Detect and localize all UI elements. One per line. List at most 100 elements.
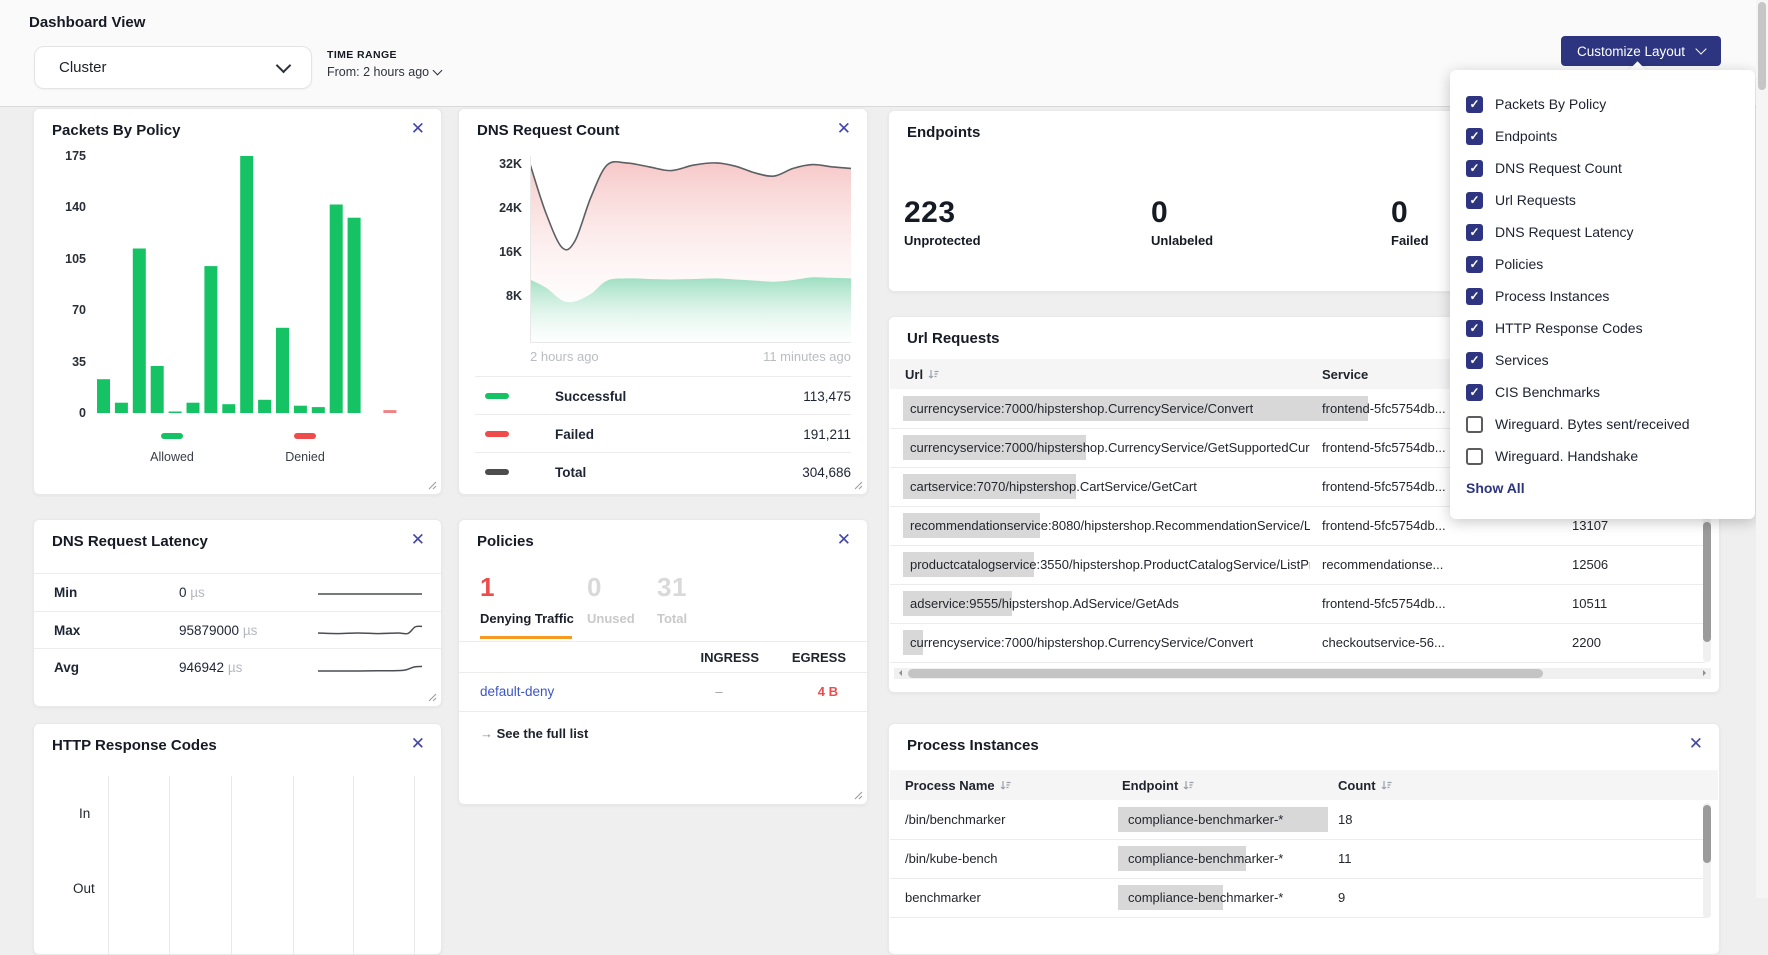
- checkbox-checked-icon[interactable]: ✓: [1466, 128, 1483, 145]
- y-tick-label: 32K: [478, 157, 522, 171]
- checkbox-checked-icon[interactable]: ✓: [1466, 160, 1483, 177]
- checkbox-checked-icon[interactable]: ✓: [1466, 224, 1483, 241]
- checkbox-checked-icon[interactable]: ✓: [1466, 256, 1483, 273]
- dns-area-chart: [530, 156, 851, 343]
- endpoint-cell: compliance-benchmarker-*: [1128, 812, 1283, 827]
- checkbox-unchecked-icon[interactable]: [1466, 448, 1483, 465]
- checkbox-checked-icon[interactable]: ✓: [1466, 352, 1483, 369]
- card-dns-request-count: DNS Request Count ✕ 32K24K16K8K 2 hours …: [458, 108, 868, 495]
- gridline: [231, 776, 232, 954]
- time-range-value[interactable]: From: 2 hours ago: [327, 65, 441, 79]
- card-title: Process Instances: [907, 737, 1039, 754]
- close-icon[interactable]: ✕: [411, 531, 425, 548]
- bar-allowed: [312, 407, 325, 413]
- menu-item-label: CIS Benchmarks: [1495, 384, 1600, 400]
- checkbox-checked-icon[interactable]: ✓: [1466, 192, 1483, 209]
- close-icon[interactable]: ✕: [837, 120, 851, 137]
- tab-label: Total: [657, 611, 687, 626]
- resize-handle-icon[interactable]: [854, 481, 863, 490]
- chevron-down-icon: [1695, 43, 1706, 54]
- scroll-right-icon[interactable]: [1703, 670, 1709, 676]
- latency-label: Min: [54, 585, 77, 600]
- active-tab-underline: [480, 636, 572, 639]
- policies-tab-total[interactable]: 31 Total: [657, 572, 687, 626]
- latency-sparkline: [318, 658, 422, 678]
- bar-denied: [383, 410, 396, 413]
- http-row-label-in: In: [79, 806, 90, 821]
- checkbox-checked-icon[interactable]: ✓: [1466, 320, 1483, 337]
- menu-item-policies[interactable]: ✓ Policies: [1466, 252, 1543, 276]
- view-selector[interactable]: Cluster: [34, 46, 312, 89]
- card-title: Policies: [477, 533, 534, 550]
- tab-label: Unused: [587, 611, 635, 626]
- scrollbar-thumb[interactable]: [1703, 805, 1711, 863]
- close-icon[interactable]: ✕: [411, 735, 425, 752]
- tab-value: 31: [657, 572, 687, 603]
- column-header-url[interactable]: Url: [905, 367, 939, 382]
- scrollbar-thumb[interactable]: [1703, 522, 1711, 642]
- menu-item-http-response-codes[interactable]: ✓HTTP Response Codes: [1466, 316, 1643, 340]
- customize-layout-button[interactable]: Customize Layout: [1561, 36, 1721, 66]
- show-all-link[interactable]: Show All: [1466, 480, 1525, 496]
- resize-handle-icon[interactable]: [428, 693, 437, 702]
- menu-item-url-requests[interactable]: ✓Url Requests: [1466, 188, 1576, 212]
- latency-sparkline: [318, 583, 422, 603]
- scrollbar-thumb[interactable]: [908, 669, 1543, 678]
- y-tick-label: 24K: [478, 201, 522, 215]
- menu-item-label: Packets By Policy: [1495, 96, 1606, 112]
- checkbox-unchecked-icon[interactable]: [1466, 416, 1483, 433]
- menu-item-wireguard-handshake[interactable]: Wireguard. Handshake: [1466, 444, 1638, 468]
- process-vertical-scrollbar: [1703, 803, 1711, 918]
- close-icon[interactable]: ✕: [411, 120, 425, 137]
- table-row: /bin/kube-benchcompliance-benchmarker-*1…: [890, 839, 1705, 879]
- policies-tab-unused[interactable]: 0Unused: [587, 572, 635, 626]
- column-label: EGRESS: [792, 650, 846, 665]
- y-tick-label: 105: [42, 252, 86, 266]
- column-header-endpoint[interactable]: Endpoint: [1122, 778, 1194, 793]
- resize-handle-icon[interactable]: [428, 481, 437, 490]
- card-title: Endpoints: [907, 124, 980, 141]
- policies-tab-denying-traffic[interactable]: 1Denying Traffic: [480, 572, 574, 626]
- chevron-down-icon: [433, 66, 443, 76]
- column-header-process-name[interactable]: Process Name: [905, 778, 1011, 793]
- column-label: Endpoint: [1122, 778, 1178, 793]
- menu-item-dns-request-latency[interactable]: ✓DNS Request Latency: [1466, 220, 1634, 244]
- legend-label: Successful: [555, 389, 626, 404]
- sort-icon: [928, 369, 939, 380]
- menu-item-packets-by-policy[interactable]: ✓ Packets By Policy: [1466, 92, 1606, 116]
- menu-item-label: Policies: [1495, 256, 1543, 272]
- menu-item-cis-benchmarks[interactable]: ✓ CIS Benchmarks: [1466, 380, 1600, 404]
- column-label: Count: [1338, 778, 1376, 793]
- menu-item-services[interactable]: ✓Services: [1466, 348, 1549, 372]
- policy-egress: 4 B: [766, 684, 838, 699]
- bar-allowed: [115, 403, 128, 413]
- sort-icon: [1381, 780, 1392, 791]
- endpoint-stat-unlabeled: 0Unlabeled: [1151, 196, 1213, 248]
- menu-item-wireguard-bytes-sent-received[interactable]: Wireguard. Bytes sent/received: [1466, 412, 1690, 436]
- legend-denied: Denied: [270, 426, 340, 464]
- page-scrollbar: [1756, 0, 1768, 898]
- checkbox-checked-icon[interactable]: ✓: [1466, 384, 1483, 401]
- policy-name-link[interactable]: default-deny: [480, 684, 554, 699]
- legend-label: Failed: [555, 427, 594, 442]
- checkbox-checked-icon[interactable]: ✓: [1466, 96, 1483, 113]
- see-full-list-link[interactable]: → See the full list: [480, 726, 588, 741]
- resize-handle-icon[interactable]: [854, 791, 863, 800]
- table-row: currencyservice:7000/hipstershop.Currenc…: [890, 623, 1705, 663]
- close-icon[interactable]: ✕: [1689, 735, 1703, 752]
- menu-item-dns-request-count[interactable]: ✓DNS Request Count: [1466, 156, 1622, 180]
- menu-item-process-instances[interactable]: ✓Process Instances: [1466, 284, 1609, 308]
- checkbox-checked-icon[interactable]: ✓: [1466, 288, 1483, 305]
- service-cell: frontend-5fc5754db...: [1322, 479, 1446, 494]
- column-header-service[interactable]: Service: [1322, 367, 1368, 382]
- menu-item-endpoints[interactable]: ✓Endpoints: [1466, 124, 1557, 148]
- close-icon[interactable]: ✕: [837, 531, 851, 548]
- column-header-count[interactable]: Count: [1338, 778, 1392, 793]
- url-cell: adservice:9555/hipstershop.AdService/Get…: [910, 596, 1179, 611]
- card-dns-request-latency: DNS Request Latency ✕ Min0 µsMax95879000…: [33, 519, 442, 707]
- scrollbar-thumb[interactable]: [1758, 2, 1766, 90]
- scroll-left-icon[interactable]: [896, 670, 902, 676]
- stat-label: Failed: [1391, 233, 1429, 248]
- bar-allowed: [276, 328, 289, 413]
- count-cell: 18: [1338, 812, 1352, 827]
